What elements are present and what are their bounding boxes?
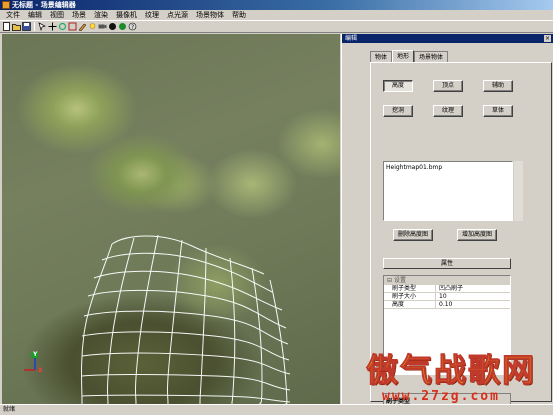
menu-help[interactable]: 帮助 (228, 10, 250, 20)
property-row[interactable]: 高度 0.10 (384, 301, 510, 309)
menu-pointlight[interactable]: 点光源 (163, 10, 192, 20)
terrain-wireframe (24, 234, 291, 404)
panel-header: 编辑 × (342, 34, 553, 43)
heightmap-list-scrollbar[interactable] (514, 161, 523, 221)
sphere-icon[interactable] (118, 22, 127, 31)
scale-icon[interactable] (68, 22, 77, 31)
toolbar: ? (0, 20, 553, 33)
panel-title: 编辑 (345, 35, 358, 42)
camera-icon[interactable] (98, 22, 107, 31)
assist-button[interactable]: 辅助 (483, 80, 513, 92)
toolbar-separator (34, 22, 35, 31)
texture-button[interactable]: 纹理 (433, 105, 463, 117)
axis-y-label: Y (33, 351, 38, 358)
dig-hole-button[interactable]: 挖洞 (383, 105, 413, 117)
svg-text:?: ? (131, 24, 134, 31)
move-icon[interactable] (48, 22, 57, 31)
rotate-icon[interactable] (58, 22, 67, 31)
open-icon[interactable] (12, 22, 21, 31)
tab-terrain[interactable]: 地形 (392, 50, 415, 62)
menu-camera[interactable]: 摄像机 (112, 10, 141, 20)
new-icon[interactable] (2, 22, 11, 31)
window-title: 无标题 - 场景编辑器 (12, 1, 76, 9)
brush-icon[interactable] (78, 22, 87, 32)
select-icon[interactable] (38, 22, 47, 32)
add-heightmap-button[interactable]: 增加高度图 (457, 229, 497, 241)
menu-edit[interactable]: 编辑 (24, 10, 46, 20)
title-bar: 无标题 - 场景编辑器 (0, 0, 553, 10)
property-row[interactable]: 刷子类型 凹凸刷子 (384, 285, 510, 293)
menu-file[interactable]: 文件 (2, 10, 24, 20)
height-button[interactable]: 高度 (383, 80, 413, 92)
menu-render[interactable]: 渲染 (90, 10, 112, 20)
close-icon[interactable]: × (544, 35, 551, 42)
status-bar: 就绪 (0, 404, 553, 415)
watermark-url: www.27zg.com (382, 389, 500, 404)
vertex-button[interactable]: 顶点 (433, 80, 463, 92)
light-icon[interactable] (88, 22, 97, 31)
save-icon[interactable] (22, 22, 31, 31)
axis-x-label: X (38, 367, 43, 374)
menu-view[interactable]: 视图 (46, 10, 68, 20)
menu-scene[interactable]: 场景 (68, 10, 90, 20)
menu-bar: 文件 编辑 视图 场景 渲染 摄像机 纹理 点光源 场景物体 帮助 (0, 10, 553, 20)
heightmap-list[interactable]: Heightmap01.bmp (383, 161, 513, 221)
help-icon[interactable]: ? (128, 22, 137, 31)
watermark-text: 傲气战歌网 (365, 351, 537, 390)
grass-button[interactable]: 草体 (483, 105, 513, 117)
property-category[interactable]: ⊟ 设置 (384, 276, 510, 285)
delete-heightmap-button[interactable]: 删除高度图 (393, 229, 433, 241)
property-row[interactable]: 刷子大小 10 (384, 293, 510, 301)
app-icon (2, 1, 10, 9)
watermark-logo: 傲气战歌网 www.27zg.com (358, 345, 551, 405)
tab-object[interactable]: 物体 (370, 51, 393, 62)
tab-scene-objects[interactable]: 场景物体 (414, 51, 449, 62)
scene-viewport[interactable]: Y X (2, 34, 340, 404)
render-icon[interactable] (108, 22, 117, 31)
menu-texture[interactable]: 纹理 (141, 10, 163, 20)
properties-title: 属性 (383, 258, 511, 269)
collapse-icon[interactable]: ⊟ (387, 277, 394, 284)
menu-scene-objects[interactable]: 场景物体 (192, 10, 228, 20)
list-item[interactable]: Heightmap01.bmp (386, 164, 510, 171)
status-text: 就绪 (3, 406, 16, 413)
